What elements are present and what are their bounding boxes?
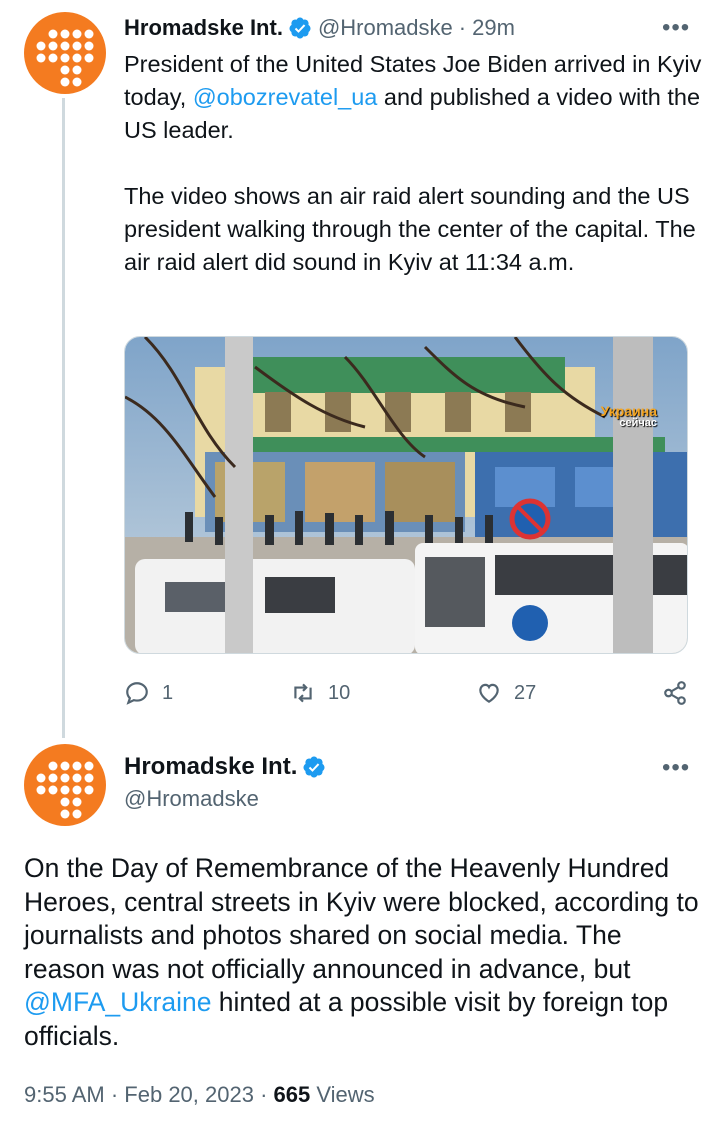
verified-badge-icon [303, 756, 325, 778]
tweet-meta: 9:55 AM · Feb 20, 2023 · 665 Views [24, 1082, 375, 1108]
video-watermark: Украина сейчас [601, 403, 657, 429]
author-handle[interactable]: @Hromadske [318, 14, 453, 42]
like-icon [479, 683, 499, 703]
tweet2-text: On the Day of Remembrance of the Heavenl… [24, 852, 704, 1053]
reply-count: 1 [162, 681, 174, 704]
tweet-text-part: On the Day of Remembrance of the Heavenl… [24, 853, 699, 984]
retweet-count: 10 [328, 681, 351, 704]
avatar[interactable] [24, 744, 106, 826]
separator: · [110, 1082, 125, 1107]
like-button[interactable]: 27 [476, 676, 536, 710]
separator: · [458, 15, 467, 40]
reply-button[interactable]: 1 [124, 676, 173, 710]
avatar-logo-icon [36, 761, 94, 819]
mention-link[interactable]: @obozrevatel_ua [193, 84, 378, 110]
verified-badge-icon [289, 17, 311, 39]
thread-line [62, 98, 65, 738]
more-icon[interactable]: ••• [662, 14, 690, 42]
views-label: Views [316, 1082, 375, 1107]
share-button[interactable] [662, 676, 700, 710]
tweet-text-paragraph: The video shows an air raid alert soundi… [124, 183, 696, 275]
reply-icon [126, 682, 148, 705]
tweet1-text: President of the United States Joe Biden… [124, 48, 704, 279]
tweet-date[interactable]: Feb 20, 2023 [124, 1082, 254, 1107]
mention-link[interactable]: @MFA_Ukraine [24, 987, 211, 1017]
retweet-button[interactable]: 10 [290, 676, 350, 710]
avatar[interactable] [24, 12, 106, 94]
more-icon[interactable]: ••• [662, 754, 690, 782]
tweet-time[interactable]: 29m [472, 14, 515, 42]
share-icon [664, 681, 686, 705]
retweet-icon [294, 683, 312, 703]
tweet1-header: Hromadske Int. @Hromadske · 29m [124, 14, 515, 42]
author-handle[interactable]: @Hromadske [124, 786, 259, 812]
video-frame [125, 337, 687, 653]
author-name[interactable]: Hromadske Int. [124, 14, 283, 42]
author-name[interactable]: Hromadske Int. [124, 752, 297, 782]
tweet-video[interactable]: Украина сейчас [124, 336, 688, 654]
tweet-time[interactable]: 9:55 AM [24, 1082, 105, 1107]
like-count: 27 [514, 681, 537, 704]
views-count: 665 [273, 1082, 311, 1107]
separator: · [260, 1082, 274, 1107]
tweet-actions: 1 10 27 [124, 676, 690, 710]
tweet2-header: Hromadske Int. [124, 752, 332, 782]
avatar-logo-icon [36, 29, 94, 87]
